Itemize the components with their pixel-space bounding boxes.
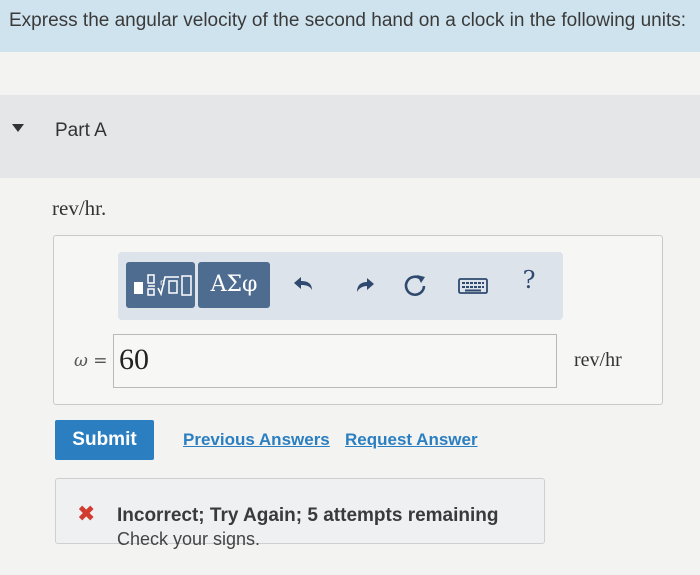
svg-text:n: n [160,278,165,287]
templates-button[interactable]: n [126,262,195,308]
keyboard-icon[interactable] [456,270,490,300]
incorrect-x-icon: ✖ [77,502,96,527]
redo-icon[interactable] [349,270,379,300]
undo-icon[interactable] [290,270,320,300]
math-toolbar: n ΑΣφ ? [118,252,563,320]
question-prompt-text: Express the angular velocity of the seco… [9,10,687,31]
help-icon[interactable]: ? [516,266,542,300]
previous-answers-link[interactable]: Previous Answers [183,430,330,450]
units-instruction: rev/hr. [52,196,107,220]
submit-button[interactable]: Submit [55,420,154,460]
collapse-triangle-icon[interactable] [12,124,24,132]
reset-icon[interactable] [400,270,430,300]
feedback-title: Incorrect; Try Again; 5 attempts remaini… [117,505,499,526]
templates-icon: n [134,274,192,297]
answer-input[interactable]: 60 [113,334,557,388]
greek-symbols-label: ΑΣφ [210,272,258,297]
answer-units: rev/hr [574,349,622,371]
request-answer-link[interactable]: Request Answer [345,430,478,450]
question-prompt: Express the angular velocity of the seco… [0,0,700,52]
feedback-message: Check your signs. [117,529,261,549]
variable-label: ω = [74,351,108,371]
greek-symbols-button[interactable]: ΑΣφ [198,262,270,308]
part-title[interactable]: Part A [55,120,107,142]
